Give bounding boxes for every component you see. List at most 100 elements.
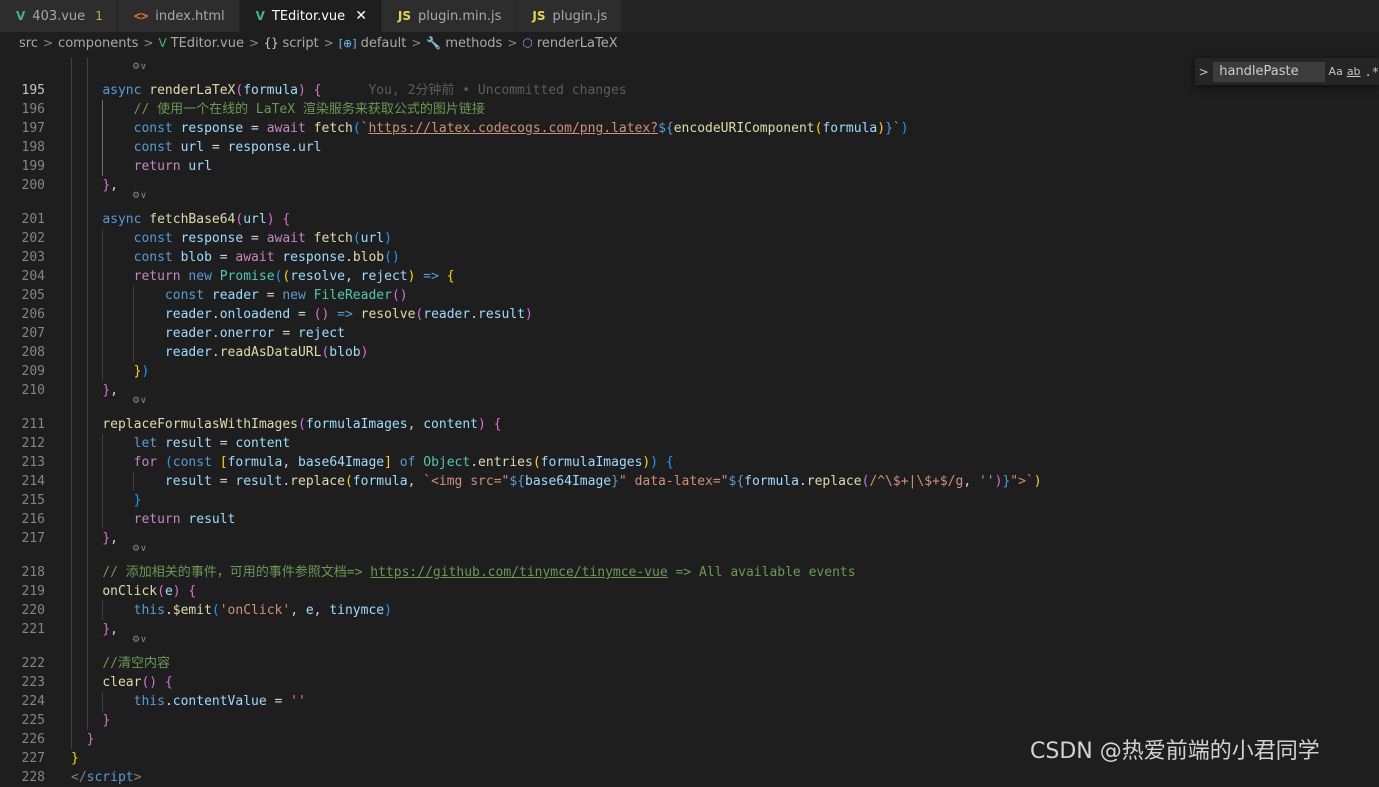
code-token: ()	[141, 675, 165, 690]
breadcrumb-item[interactable]: components	[58, 36, 138, 51]
code-token: )	[141, 364, 150, 379]
fold-settings-icon[interactable]: ⚙∨	[132, 396, 147, 406]
line-number: 202	[21, 231, 45, 246]
code-token: .	[211, 345, 220, 360]
code-line: 213 for (const [formula, base64Image] of…	[0, 453, 1379, 472]
code-token: url	[188, 159, 212, 174]
breadcrumb-label: components	[58, 35, 139, 51]
code-token: " data-latex="	[618, 474, 729, 489]
vertical-scrollbar[interactable]	[1365, 54, 1379, 777]
fold-settings-icon[interactable]: ⚙∨	[132, 544, 147, 554]
code-token: =	[266, 694, 291, 709]
fold-settings-icon[interactable]: ⚙∨	[132, 635, 147, 645]
chevron-right-icon: >	[507, 36, 518, 50]
code-token: content	[235, 436, 291, 451]
breadcrumb-item[interactable]: 🔧 methods	[426, 36, 502, 51]
code-text: </script>	[71, 768, 141, 787]
code-text: },	[71, 620, 118, 639]
code-line: 209 })	[0, 362, 1379, 381]
tab-2[interactable]: V TEditor.vue ✕	[239, 0, 382, 32]
code-token: ,	[282, 455, 299, 470]
code-token: https://github.com/tinymce/tinymce-vue	[370, 565, 668, 580]
code-token: ''	[290, 694, 306, 709]
code-text: let result = content	[71, 434, 291, 453]
code-token: )	[1033, 474, 1042, 489]
code-text: return url	[71, 157, 212, 176]
code-line: 207 reader.onerror = reject	[0, 324, 1379, 343]
code-token: ''	[978, 474, 995, 489]
code-token: const	[133, 250, 181, 265]
code-token: 'onClick'	[219, 603, 291, 618]
fold-settings-icon[interactable]: ⚙∨	[132, 62, 147, 72]
code-token: new	[188, 269, 220, 284]
code-token: ${	[728, 474, 745, 489]
code-token: fetch	[313, 231, 353, 246]
code-token: FileReader	[313, 288, 392, 303]
code-line: 218 // 添加相关的事件，可用的事件参照文档=> https://githu…	[0, 563, 1379, 582]
breadcrumb-item[interactable]: {} script	[264, 36, 319, 51]
code-token: .	[344, 250, 353, 265]
fold-settings-icon[interactable]: ⚙∨	[132, 191, 147, 201]
breadcrumb-item[interactable]: V TEditor.vue	[158, 36, 244, 51]
line-number: 223	[21, 675, 45, 690]
variable-icon: [⊕]	[338, 36, 357, 50]
indent-guide	[102, 434, 104, 529]
code-token: }	[102, 383, 111, 398]
breadcrumb-item[interactable]: ⬡ renderLaTeX	[522, 36, 617, 51]
code-line: 206 reader.onloadend = () => resolve(rea…	[0, 305, 1379, 324]
code-token: }	[611, 474, 619, 489]
line-number: 221	[21, 622, 45, 637]
code-token: const	[164, 288, 212, 303]
breadcrumb-label: TEditor.vue	[170, 35, 244, 51]
breadcrumb-label: default	[360, 35, 407, 51]
code-line: 214 result = result.replace(formula, `<i…	[0, 472, 1379, 491]
close-icon[interactable]: ✕	[355, 8, 367, 24]
code-token: this	[133, 603, 165, 618]
tab-1[interactable]: <> index.html	[117, 0, 240, 32]
code-token: =	[243, 121, 267, 136]
tab-3[interactable]: JS plugin.min.js	[381, 0, 517, 32]
code-token: =	[204, 140, 228, 155]
breadcrumb-label: renderLaTeX	[536, 35, 618, 51]
regex-toggle[interactable]: .*	[1365, 65, 1379, 79]
code-token: url	[180, 140, 205, 155]
code-line: 201 async fetchBase64(url) {	[0, 210, 1379, 229]
match-case-toggle[interactable]: Aa	[1329, 65, 1343, 78]
code-token: =>	[337, 307, 361, 322]
code-token: fetchBase64	[149, 212, 236, 227]
code-token: formulaImages	[305, 417, 408, 432]
code-token: {	[665, 455, 674, 470]
tab-4[interactable]: JS plugin.js	[516, 0, 623, 32]
code-editor[interactable]: ⚙∨ 195 async renderLaTeX(formula) { You, …	[0, 58, 1379, 785]
whole-word-toggle[interactable]: ab	[1347, 65, 1361, 78]
code-token: reject	[298, 326, 345, 341]
code-token: blob	[180, 250, 212, 265]
find-input[interactable]: handlePaste	[1213, 61, 1325, 82]
code-token: ,	[110, 383, 118, 398]
code-token: =	[290, 307, 314, 322]
code-token: )	[384, 603, 392, 618]
code-text: }	[71, 749, 79, 768]
code-token: =	[274, 326, 298, 341]
line-number: 212	[21, 436, 45, 451]
breadcrumb-item[interactable]: [⊕] default	[339, 36, 407, 51]
code-token: (	[297, 417, 306, 432]
code-text: return result	[71, 510, 236, 529]
code-token: }	[102, 531, 111, 546]
tab-0[interactable]: V 403.vue 1	[0, 0, 118, 32]
code-token: }	[885, 121, 893, 136]
code-token: ${	[509, 474, 525, 489]
code-token: reader	[164, 326, 212, 341]
breadcrumb-label: methods	[445, 35, 503, 51]
code-token: ,	[963, 474, 979, 489]
line-number: 197	[21, 121, 45, 136]
indent-guide	[133, 472, 135, 491]
line-number: 208	[21, 345, 45, 360]
chevron-right-icon[interactable]: >	[1195, 65, 1212, 79]
breadcrumb-item[interactable]: src	[19, 36, 38, 51]
indent-guide	[71, 58, 72, 749]
code-token: >	[133, 770, 142, 785]
code-text: async renderLaTeX(formula) { You, 2分钟前 •…	[71, 81, 626, 100]
